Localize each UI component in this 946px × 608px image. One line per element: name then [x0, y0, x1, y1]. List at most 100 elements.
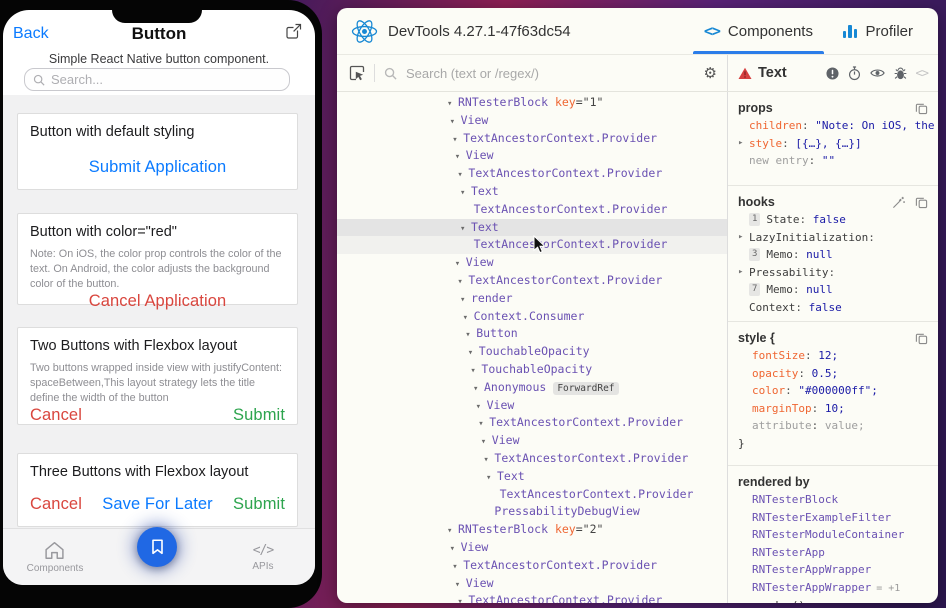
prop-row[interactable]: children: "Note: On iOS, the color	[738, 117, 928, 135]
rn-button[interactable]: Cancel	[30, 495, 82, 514]
component-name: Button	[476, 326, 518, 340]
tree-row[interactable]: TextAncestorContext.Provider	[337, 236, 727, 254]
hook-row[interactable]: 3Memo: null	[738, 246, 928, 264]
rn-button[interactable]: Submit	[233, 406, 285, 425]
tree-row[interactable]: ▾Text	[337, 183, 727, 201]
home-icon	[44, 541, 65, 560]
component-name: TextAncestorContext.Provider	[494, 451, 688, 465]
component-name: Text	[471, 184, 499, 198]
owner-item[interactable]: render()	[738, 597, 928, 603]
tree-row[interactable]: ▾View	[337, 575, 727, 593]
inspect-dom-eye-icon[interactable]	[870, 67, 885, 79]
tree-row[interactable]: ▾TextAncestorContext.Provider	[337, 557, 727, 575]
tab-components[interactable]: Components	[3, 529, 107, 585]
owner-item[interactable]: RNTesterAppWrapper	[738, 561, 928, 579]
tree-row[interactable]: PressabilityDebugView	[337, 503, 727, 521]
style-value: value;	[825, 417, 865, 435]
tree-row[interactable]: ▾View	[337, 539, 727, 557]
tree-row[interactable]: TextAncestorContext.Provider	[337, 486, 727, 504]
tree-row[interactable]: ▾Button	[337, 325, 727, 343]
component-name: View	[461, 113, 489, 127]
tree-row[interactable]: ▾Context.Consumer	[337, 308, 727, 326]
owner-item[interactable]: RNTesterExampleFilter	[738, 509, 928, 527]
style-property: opacity	[752, 365, 798, 383]
log-data-bug-icon[interactable]	[894, 66, 907, 81]
expand-arrow-icon	[738, 117, 749, 135]
rn-button[interactable]: Submit	[233, 495, 285, 514]
hook-row[interactable]: Context: false	[738, 299, 928, 317]
hook-row[interactable]: ▸Pressability:	[738, 264, 928, 282]
tree-search-input[interactable]: Search (text or /regex/)	[406, 66, 695, 81]
tab-profiler[interactable]: Profiler	[828, 8, 928, 54]
parse-hooks-wand-icon[interactable]	[892, 196, 905, 209]
tab-components[interactable]: <> Components	[689, 8, 828, 54]
share-icon[interactable]	[285, 23, 302, 45]
style-row[interactable]: marginTop: 10;	[738, 400, 928, 418]
rendered-by-title: rendered by	[738, 475, 810, 489]
rn-button[interactable]: Cancel	[30, 406, 82, 425]
hook-name: Pressability	[749, 264, 828, 282]
tree-row[interactable]: ▾Text	[337, 468, 727, 486]
tree-row[interactable]: ▾TouchableOpacity	[337, 361, 727, 379]
tree-row[interactable]: ▾TouchableOpacity	[337, 343, 727, 361]
phone-screen: Back Button Simple React Native button c…	[3, 10, 315, 585]
search-input[interactable]: Search...	[24, 68, 290, 91]
rn-button[interactable]: Cancel Application	[89, 292, 227, 311]
component-name: View	[466, 255, 494, 269]
hook-row[interactable]: ▸LazyInitialization:	[738, 229, 928, 247]
view-source-icon[interactable]: <>	[916, 66, 928, 80]
prop-row[interactable]: new entry: ""	[738, 152, 928, 170]
tree-row[interactable]: ▾TextAncestorContext.Provider	[337, 272, 727, 290]
props-section-title: props	[738, 101, 773, 115]
tree-row[interactable]: ▾TextAncestorContext.Provider	[337, 414, 727, 432]
tree-row[interactable]: ▾render	[337, 290, 727, 308]
tree-row[interactable]: ▾View	[337, 432, 727, 450]
tab-label: Profiler	[865, 23, 913, 40]
tree-row[interactable]: ▾View	[337, 254, 727, 272]
copy-icon[interactable]	[915, 332, 928, 345]
rn-button[interactable]: Save For Later	[102, 495, 213, 514]
owner-item[interactable]: RNTesterModuleContainer	[738, 526, 928, 544]
tree-row[interactable]: ▾AnonymousForwardRef	[337, 379, 727, 397]
force-error-icon[interactable]	[826, 67, 839, 80]
style-row[interactable]: color: "#000000ff";	[738, 382, 928, 400]
expand-arrow-icon: ▾	[450, 114, 461, 132]
tree-row[interactable]: ▾Text	[337, 219, 727, 237]
expand-arrow-icon: ▸	[738, 135, 749, 153]
bookmarks-fab-button[interactable]	[137, 527, 177, 567]
suspense-stopwatch-icon[interactable]	[848, 66, 861, 81]
style-row[interactable]: attribute: value;	[738, 417, 928, 435]
tree-row[interactable]: ▾RNTesterBlock key="1"	[337, 94, 727, 112]
component-name: Anonymous	[484, 380, 546, 394]
style-row[interactable]: opacity: 0.5;	[738, 365, 928, 383]
style-value: 12;	[818, 347, 838, 365]
hook-row[interactable]: 1State: false	[738, 211, 928, 229]
tree-row[interactable]: ▾View	[337, 147, 727, 165]
copy-icon[interactable]	[915, 196, 928, 209]
tree-row[interactable]: ▾TextAncestorContext.Provider	[337, 165, 727, 183]
tab-apis[interactable]: </>APIs	[211, 529, 315, 585]
rn-button[interactable]: Submit Application	[89, 158, 227, 177]
tree-row[interactable]: ▾View	[337, 112, 727, 130]
expand-arrow-icon	[738, 246, 749, 264]
tree-row[interactable]: ▾View	[337, 397, 727, 415]
prop-value: ""	[822, 152, 835, 170]
style-row[interactable]: fontSize: 12;	[738, 347, 928, 365]
settings-gear-icon[interactable]: ⚙	[704, 64, 717, 82]
tree-row[interactable]: ▾RNTesterBlock key="2"	[337, 521, 727, 539]
devtools-tabs: <> Components Profiler	[689, 8, 928, 54]
tree-row[interactable]: ▾TextAncestorContext.Provider	[337, 130, 727, 148]
owner-item[interactable]: RNTesterAppWrapper= +1	[738, 579, 928, 598]
tree-row[interactable]: ▾TextAncestorContext.Provider	[337, 592, 727, 603]
colon: :	[800, 211, 813, 229]
page-title: Button	[3, 24, 315, 44]
prop-row[interactable]: ▸style: [{…}, {…}]	[738, 135, 928, 153]
inspect-element-icon[interactable]	[349, 65, 365, 81]
hook-row[interactable]: 7Memo: null	[738, 281, 928, 299]
search-icon	[33, 74, 45, 86]
tree-row[interactable]: ▾TextAncestorContext.Provider	[337, 450, 727, 468]
copy-icon[interactable]	[915, 102, 928, 115]
owner-item[interactable]: RNTesterApp	[738, 544, 928, 562]
tree-row[interactable]: TextAncestorContext.Provider	[337, 201, 727, 219]
owner-item[interactable]: RNTesterBlock	[738, 491, 928, 509]
